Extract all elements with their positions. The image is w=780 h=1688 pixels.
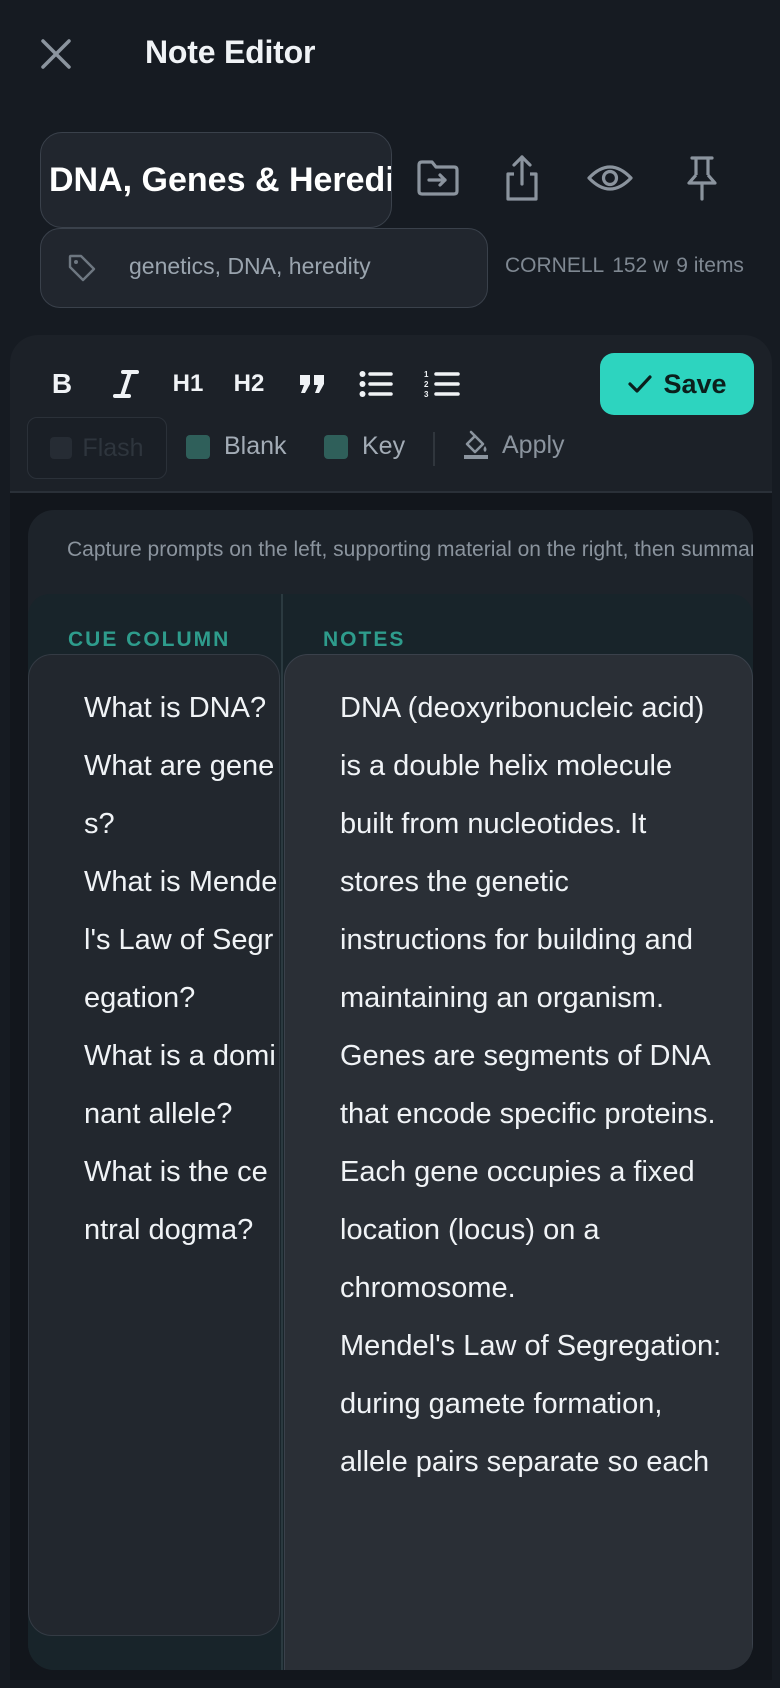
note-item: DNA (deoxyribonucleic acid) is a double … [340,692,705,1014]
bullet-list-icon [359,371,393,397]
cornell-instructions: Capture prompts on the left, supporting … [67,538,753,561]
eye-icon [587,165,633,191]
notes-column-header: NOTES [323,628,406,651]
cue-item: What is the central dogma? [84,1156,268,1246]
blank-label: Blank [224,432,287,460]
apply-button[interactable]: Apply [462,430,565,460]
key-label: Key [362,432,406,460]
key-checkbox[interactable] [324,434,348,459]
quote-button[interactable] [292,362,332,406]
cue-item: What are genes? [84,750,275,840]
share-button[interactable] [494,150,550,206]
toolbar-divider [433,432,435,466]
cue-column-input[interactable]: What is DNA? What are genes? What is Men… [28,654,280,1636]
pin-button[interactable] [674,150,730,206]
check-icon [628,375,653,393]
header: Note Editor [0,0,780,110]
blank-toggle[interactable]: Blank [186,432,287,461]
italic-icon [113,370,139,398]
note-item: Genes are segments of DNA that encode sp… [340,1040,716,1304]
apply-label: Apply [502,430,565,459]
tags-value: genetics, DNA, heredity [129,253,371,279]
page-title: Note Editor [145,34,316,70]
numbered-list-icon: 1 2 3 [424,370,460,399]
folder-move-icon [417,160,459,196]
note-item: Mendel's Law of Segregation: during game… [340,1330,722,1478]
note-title-input[interactable]: DNA, Genes & Heredity [40,132,392,228]
flash-button[interactable]: Flash [27,417,167,479]
quote-icon [300,375,324,393]
close-icon [41,39,71,69]
column-divider [281,594,283,1670]
share-icon [506,155,538,201]
paint-bucket-icon [464,430,488,459]
notes-column-input[interactable]: DNA (deoxyribonucleic acid) is a double … [284,654,753,1670]
preview-button[interactable] [582,150,638,206]
cornell-card: Capture prompts on the left, supporting … [28,510,753,1670]
cue-item: What is Mendel's Law of Segregation? [84,866,278,1014]
word-count: 152 w [612,254,669,277]
tags-input[interactable]: genetics, DNA, heredity [40,228,488,308]
note-meta: CORNELL 152 w 9 items [505,254,752,278]
tag-icon [68,254,96,282]
cue-item: What is a dominant allele? [84,1040,276,1130]
pin-icon [687,156,717,201]
move-to-folder-button[interactable] [410,150,466,206]
bold-button[interactable]: B [44,362,80,406]
heading2-button[interactable]: H2 [228,362,270,406]
save-button[interactable]: Save [600,353,754,415]
svg-text:2: 2 [424,380,429,389]
flash-label: Flash [82,433,144,462]
note-editor-screen: Note Editor DNA, Genes & Heredity geneti… [0,0,780,1688]
heading1-button[interactable]: H1 [168,362,208,406]
cue-item: What is DNA? [84,692,267,724]
flash-swatch [50,437,73,459]
bullet-list-button[interactable] [356,362,396,406]
cornell-columns: CUE COLUMN NOTES What is DNA? What are g… [28,594,753,1670]
cue-column-header: CUE COLUMN [68,628,231,651]
numbered-list-button[interactable]: 1 2 3 [420,362,464,406]
blank-checkbox[interactable] [186,434,210,459]
item-count: 9 items [676,254,744,277]
key-toggle[interactable]: Key [324,432,405,461]
close-button[interactable] [30,28,82,80]
italic-button[interactable] [108,362,144,406]
svg-text:1: 1 [424,370,429,379]
template-label: CORNELL [505,254,605,277]
save-label: Save [663,368,727,399]
svg-text:3: 3 [424,390,429,399]
